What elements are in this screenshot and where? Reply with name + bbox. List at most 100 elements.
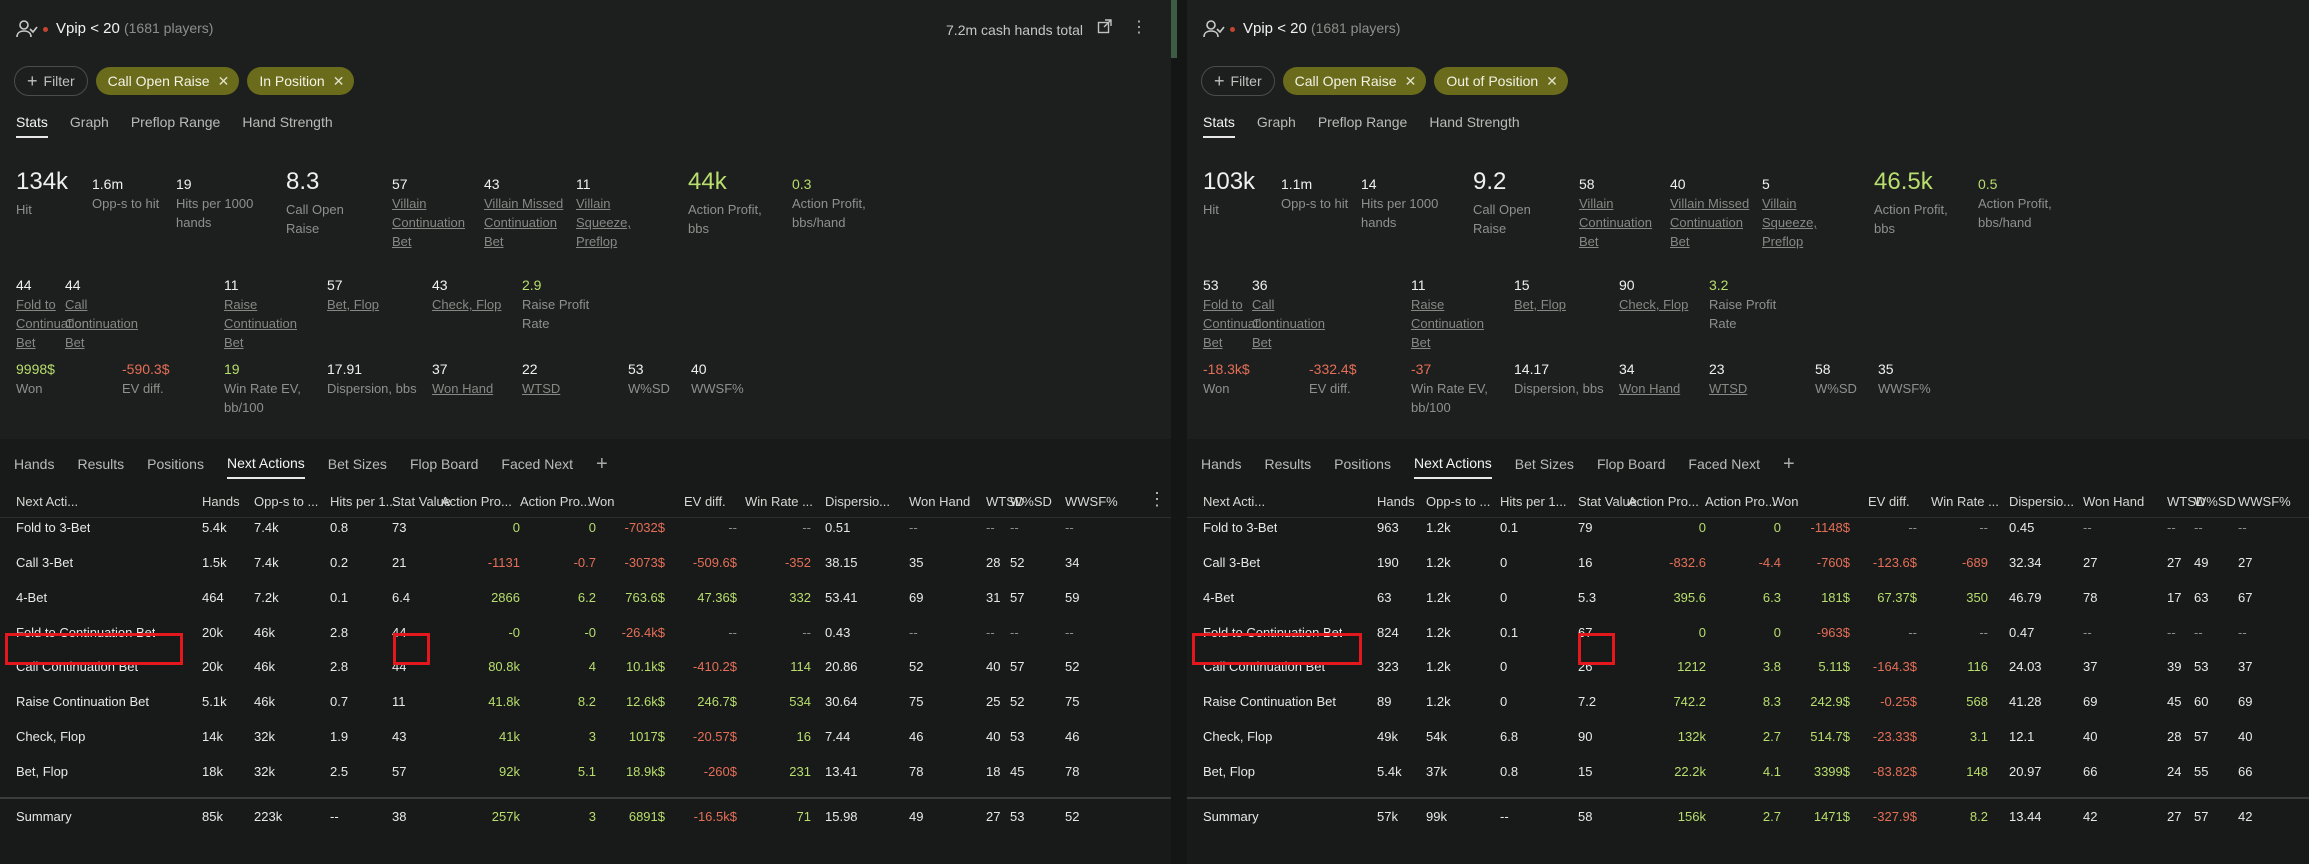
tab-faced-next[interactable]: Faced Next bbox=[501, 456, 573, 478]
tab-flop-board[interactable]: Flop Board bbox=[1597, 456, 1665, 478]
table-row[interactable]: 4-Bet 464 7.2k 0.1 6.4 2866 6.2 763.6$ 47.36$ 332… bbox=[0, 581, 1171, 615]
table-row[interactable]: Bet, Flop 18k 32k 2.5 57 92k 5.1 18.9k$ -260$ 231… bbox=[0, 755, 1171, 789]
stat-villain-squeeze-preflop[interactable]: 5 Villain Squeeze, Preflop bbox=[1762, 176, 1844, 251]
stat-label[interactable]: Villain Squeeze, Preflop bbox=[576, 194, 658, 251]
column-header[interactable]: Action Pro... bbox=[441, 493, 512, 511]
stat-check-flop[interactable]: 43 Check, Flop bbox=[432, 277, 522, 314]
stat-label[interactable]: WTSD bbox=[1709, 379, 1799, 398]
stat-label[interactable]: Villain Missed Continuation Bet bbox=[1670, 194, 1752, 251]
table-row[interactable]: Fold to 3-Bet 5.4k 7.4k 0.8 73 0 0 -7032$ -- -- 0.… bbox=[0, 511, 1171, 545]
column-header[interactable]: Opp-s to ... bbox=[254, 493, 318, 511]
column-header[interactable]: Win Rate ... bbox=[745, 493, 813, 511]
add-tab-icon[interactable]: + bbox=[596, 453, 608, 480]
report-title[interactable]: Vpip < 20 (1681 players) bbox=[1243, 20, 1400, 37]
column-header[interactable]: Action Pro... bbox=[520, 493, 591, 511]
tab-preflop-range[interactable]: Preflop Range bbox=[1318, 114, 1408, 138]
stat-label[interactable]: Raise Continuation Bet bbox=[224, 295, 306, 352]
table-row[interactable]: 4-Bet 63 1.2k 0 5.3 395.6 6.3 181$ 67.37$ 350 46.7… bbox=[1187, 581, 2309, 615]
panel-divider[interactable] bbox=[1171, 0, 1187, 864]
stat-bet-flop[interactable]: 15 Bet, Flop bbox=[1514, 277, 1604, 314]
stat-raise-continuation-bet[interactable]: 11 Raise Continuation Bet bbox=[1411, 277, 1493, 352]
stat-check-flop[interactable]: 90 Check, Flop bbox=[1619, 277, 1709, 314]
tab-hand-strength[interactable]: Hand Strength bbox=[242, 114, 332, 138]
filter-chip[interactable]: In Position ✕ bbox=[247, 67, 355, 95]
column-menu-icon[interactable]: ⋮ bbox=[1148, 489, 1166, 510]
stat-villain-squeeze-preflop[interactable]: 11 Villain Squeeze, Preflop bbox=[576, 176, 658, 251]
tab-bet-sizes[interactable]: Bet Sizes bbox=[1515, 456, 1574, 478]
stat-won-hand[interactable]: 37 Won Hand bbox=[432, 361, 522, 398]
stat-label[interactable]: Won Hand bbox=[432, 379, 522, 398]
tab-next-actions[interactable]: Next Actions bbox=[226, 455, 305, 479]
tab-preflop-range[interactable]: Preflop Range bbox=[131, 114, 221, 138]
more-menu-icon[interactable]: ⋮ bbox=[1129, 18, 1149, 38]
column-header[interactable]: EV diff. bbox=[1868, 493, 1910, 511]
table-row[interactable]: Bet, Flop 5.4k 37k 0.8 15 22.2k 4.1 3399$ -83.82… bbox=[1187, 755, 2309, 789]
stat-won-hand[interactable]: 34 Won Hand bbox=[1619, 361, 1709, 398]
column-header[interactable]: Win Rate ... bbox=[1931, 493, 1999, 511]
stat-label[interactable]: Call Continuation Bet bbox=[65, 295, 147, 352]
stat-wtsd[interactable]: 22 WTSD bbox=[522, 361, 612, 398]
tab-stats[interactable]: Stats bbox=[16, 114, 48, 138]
column-header[interactable]: Won Hand bbox=[2083, 493, 2144, 511]
report-title[interactable]: Vpip < 20 (1681 players) bbox=[56, 20, 213, 37]
column-header[interactable]: EV diff. bbox=[684, 493, 726, 511]
stat-label[interactable]: Raise Continuation Bet bbox=[1411, 295, 1493, 352]
column-header[interactable]: W%SD bbox=[1010, 493, 1052, 511]
stat-label[interactable]: Bet, Flop bbox=[327, 295, 417, 314]
stat-label[interactable]: Bet, Flop bbox=[1514, 295, 1604, 314]
column-header[interactable]: Hands bbox=[1377, 493, 1415, 511]
remove-chip-icon[interactable]: ✕ bbox=[1546, 73, 1558, 90]
tab-positions[interactable]: Positions bbox=[147, 456, 204, 478]
tab-stats[interactable]: Stats bbox=[1203, 114, 1235, 138]
table-row[interactable]: Raise Continuation Bet 5.1k 46k 0.7 11 41.8k 8… bbox=[0, 685, 1171, 719]
tab-hand-strength[interactable]: Hand Strength bbox=[1429, 114, 1519, 138]
table-row[interactable]: Fold to 3-Bet 963 1.2k 0.1 79 0 0 -1148$ -- -- 0.4… bbox=[1187, 511, 2309, 545]
tab-next-actions[interactable]: Next Actions bbox=[1413, 455, 1492, 479]
column-header[interactable]: Dispersio... bbox=[2009, 493, 2074, 511]
column-header[interactable]: Next Acti... bbox=[1203, 493, 1265, 511]
table-row[interactable]: Raise Continuation Bet 89 1.2k 0 7.2 742.2 8.3… bbox=[1187, 685, 2309, 719]
tab-hands[interactable]: Hands bbox=[14, 456, 54, 478]
stat-label[interactable]: Villain Continuation Bet bbox=[1579, 194, 1661, 251]
stat-label[interactable]: Villain Continuation Bet bbox=[392, 194, 474, 251]
stat-label[interactable]: Check, Flop bbox=[432, 295, 522, 314]
stat-label[interactable]: Won Hand bbox=[1619, 379, 1709, 398]
filter-chip[interactable]: Call Open Raise ✕ bbox=[1282, 67, 1427, 95]
filter-button[interactable]: + Filter bbox=[14, 66, 88, 96]
stat-villain-missed-continuation-bet[interactable]: 40 Villain Missed Continuation Bet bbox=[1670, 176, 1752, 251]
column-header[interactable]: Hands bbox=[202, 493, 240, 511]
column-header[interactable]: Hits per 1... bbox=[1500, 493, 1566, 511]
stat-label[interactable]: Villain Missed Continuation Bet bbox=[484, 194, 566, 251]
filter-chip[interactable]: Out of Position ✕ bbox=[1434, 67, 1568, 95]
column-header[interactable]: Next Acti... bbox=[16, 493, 78, 511]
column-header[interactable]: Dispersio... bbox=[825, 493, 890, 511]
stat-raise-continuation-bet[interactable]: 11 Raise Continuation Bet bbox=[224, 277, 306, 352]
remove-chip-icon[interactable]: ✕ bbox=[333, 73, 345, 90]
column-header[interactable]: WWSF% bbox=[1065, 493, 1118, 511]
column-header[interactable]: Won bbox=[1772, 493, 1799, 511]
tab-results[interactable]: Results bbox=[1264, 456, 1311, 478]
column-header[interactable]: W%SD bbox=[2194, 493, 2236, 511]
table-row[interactable]: Call 3-Bet 1.5k 7.4k 0.2 21 -1131 -0.7 -3073$ -5… bbox=[0, 546, 1171, 580]
tab-graph[interactable]: Graph bbox=[70, 114, 109, 138]
stat-label[interactable]: Call Continuation Bet bbox=[1252, 295, 1334, 352]
stat-label[interactable]: WTSD bbox=[522, 379, 612, 398]
stat-call-continuation-bet[interactable]: 36 Call Continuation Bet bbox=[1252, 277, 1334, 352]
column-header[interactable]: Action Pro... bbox=[1705, 493, 1776, 511]
column-header[interactable]: Won Hand bbox=[909, 493, 970, 511]
stat-bet-flop[interactable]: 57 Bet, Flop bbox=[327, 277, 417, 314]
column-header[interactable]: Opp-s to ... bbox=[1426, 493, 1490, 511]
stat-label[interactable]: Check, Flop bbox=[1619, 295, 1709, 314]
tab-hands[interactable]: Hands bbox=[1201, 456, 1241, 478]
filter-button[interactable]: + Filter bbox=[1201, 66, 1275, 96]
remove-chip-icon[interactable]: ✕ bbox=[218, 73, 230, 90]
tab-bet-sizes[interactable]: Bet Sizes bbox=[328, 456, 387, 478]
export-icon[interactable] bbox=[1095, 18, 1115, 38]
stat-label[interactable]: Villain Squeeze, Preflop bbox=[1762, 194, 1844, 251]
table-row[interactable]: Call 3-Bet 190 1.2k 0 16 -832.6 -4.4 -760$ -123.… bbox=[1187, 546, 2309, 580]
column-header[interactable]: WWSF% bbox=[2238, 493, 2291, 511]
tab-graph[interactable]: Graph bbox=[1257, 114, 1296, 138]
tab-positions[interactable]: Positions bbox=[1334, 456, 1391, 478]
summary-row[interactable]: Summary 85k 223k -- 38 257k 3 6891$ -16.5k$ 71 15.… bbox=[0, 800, 1171, 834]
stat-call-continuation-bet[interactable]: 44 Call Continuation Bet bbox=[65, 277, 147, 352]
